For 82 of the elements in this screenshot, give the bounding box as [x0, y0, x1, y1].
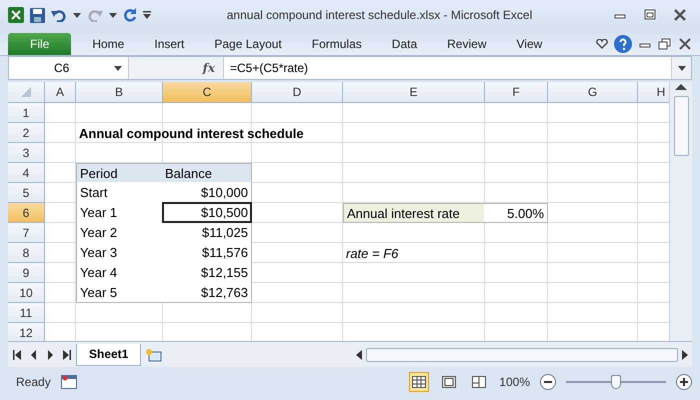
- table-cell: $11,025: [162, 222, 252, 243]
- table-cell: Year 1: [76, 202, 163, 223]
- formula-field[interactable]: =C5+(C5*rate): [224, 61, 671, 75]
- insert-function-button[interactable]: fx: [202, 61, 215, 75]
- rate-value: 5.00%: [484, 203, 548, 223]
- table-cell: $12,763: [162, 282, 252, 303]
- row-header[interactable]: 6: [8, 203, 45, 223]
- file-tab[interactable]: File: [8, 33, 72, 55]
- ribbon-tab[interactable]: Page Layout: [199, 33, 297, 55]
- column-header[interactable]: B: [76, 82, 163, 103]
- table-cell: Start: [76, 182, 163, 203]
- column-header[interactable]: E: [343, 82, 485, 103]
- vertical-scrollbar[interactable]: [669, 82, 692, 341]
- close-icon[interactable]: [678, 38, 692, 50]
- save-icon[interactable]: [30, 8, 45, 22]
- table-cell: Year 4: [76, 262, 163, 283]
- row-header[interactable]: 12: [8, 323, 45, 341]
- column-header[interactable]: D: [252, 82, 343, 103]
- row-header[interactable]: 1: [8, 103, 45, 123]
- restore-icon[interactable]: [658, 38, 672, 50]
- minus-icon: [544, 380, 552, 382]
- scroll-up-icon[interactable]: [674, 84, 688, 90]
- table-header-cell: Period: [76, 163, 163, 183]
- spreadsheet-app-icon: [8, 7, 24, 23]
- status-text: Ready: [16, 374, 51, 388]
- column-header[interactable]: F: [485, 82, 548, 103]
- column-header[interactable]: C: [163, 82, 252, 103]
- macro-record-icon[interactable]: [60, 374, 77, 388]
- row-header[interactable]: 10: [8, 283, 45, 303]
- ribbon-tab[interactable]: Formulas: [296, 33, 377, 55]
- row-header[interactable]: 7: [8, 223, 45, 243]
- table-cell: $10,000: [162, 182, 252, 203]
- column-header[interactable]: G: [548, 82, 638, 103]
- scroll-right-icon[interactable]: [682, 350, 688, 360]
- triangle-icon: [21, 87, 31, 97]
- scroll-right-icon[interactable]: [60, 350, 72, 360]
- caret-icon[interactable]: [109, 12, 117, 18]
- table-cell: $10,500: [162, 202, 252, 223]
- zoom-out-button[interactable]: [540, 374, 556, 390]
- caret-icon[interactable]: [73, 12, 81, 18]
- table-cell: Year 3: [76, 242, 163, 263]
- insert-sheet-icon[interactable]: [145, 348, 164, 362]
- plus-icon: [680, 378, 688, 386]
- refresh-icon[interactable]: [123, 8, 137, 22]
- heart-icon[interactable]: [596, 39, 608, 49]
- scroll-left-icon[interactable]: [356, 350, 362, 360]
- expand-formula-button[interactable]: [671, 57, 691, 79]
- ribbon-tab[interactable]: Data: [376, 33, 432, 55]
- scrollbar-thumb[interactable]: [674, 96, 688, 156]
- table-cell: $12,155: [162, 262, 252, 283]
- row-header[interactable]: 11: [8, 303, 45, 323]
- table-cell: Year 5: [76, 282, 163, 303]
- row-header[interactable]: 5: [8, 183, 45, 203]
- table-header-cell: Balance: [162, 163, 252, 183]
- row-header[interactable]: 4: [8, 163, 45, 183]
- note-text: rate = F6: [345, 244, 400, 262]
- ribbon-tab[interactable]: Review: [432, 33, 502, 55]
- help-icon[interactable]: [614, 35, 632, 53]
- row-header[interactable]: 2: [8, 123, 45, 143]
- window-title: annual compound interest schedule.xlsx - Microsoft Excel: [226, 8, 534, 22]
- dropdown-caret-icon[interactable]: [114, 66, 122, 70]
- column-header[interactable]: A: [45, 82, 76, 103]
- row-header[interactable]: 8: [8, 243, 45, 263]
- ribbon-tab[interactable]: Insert: [139, 33, 200, 55]
- normal-view-button[interactable]: [409, 372, 430, 392]
- column-header[interactable]: H: [638, 82, 669, 103]
- slider-thumb[interactable]: [611, 374, 621, 388]
- row-header[interactable]: 9: [8, 263, 45, 283]
- undo-icon[interactable]: [51, 8, 67, 22]
- zoom-in-button[interactable]: [676, 374, 692, 390]
- table-cell: Year 2: [76, 222, 163, 243]
- customize-toolbar-icon[interactable]: [143, 11, 151, 19]
- ribbon-tab[interactable]: View: [502, 33, 558, 55]
- caret-icon[interactable]: [678, 66, 686, 70]
- rate-label: Annual interest rate: [343, 203, 485, 223]
- scroll-left-icon[interactable]: [12, 350, 24, 360]
- zoom-level[interactable]: 100%: [499, 374, 530, 388]
- table-cell: $11,576: [162, 242, 252, 263]
- ribbon-tab[interactable]: Home: [77, 33, 140, 55]
- sheet-tab[interactable]: Sheet1: [76, 344, 142, 366]
- sheet-title: Annual compound interest schedule: [78, 124, 305, 143]
- row-header[interactable]: 3: [8, 143, 45, 163]
